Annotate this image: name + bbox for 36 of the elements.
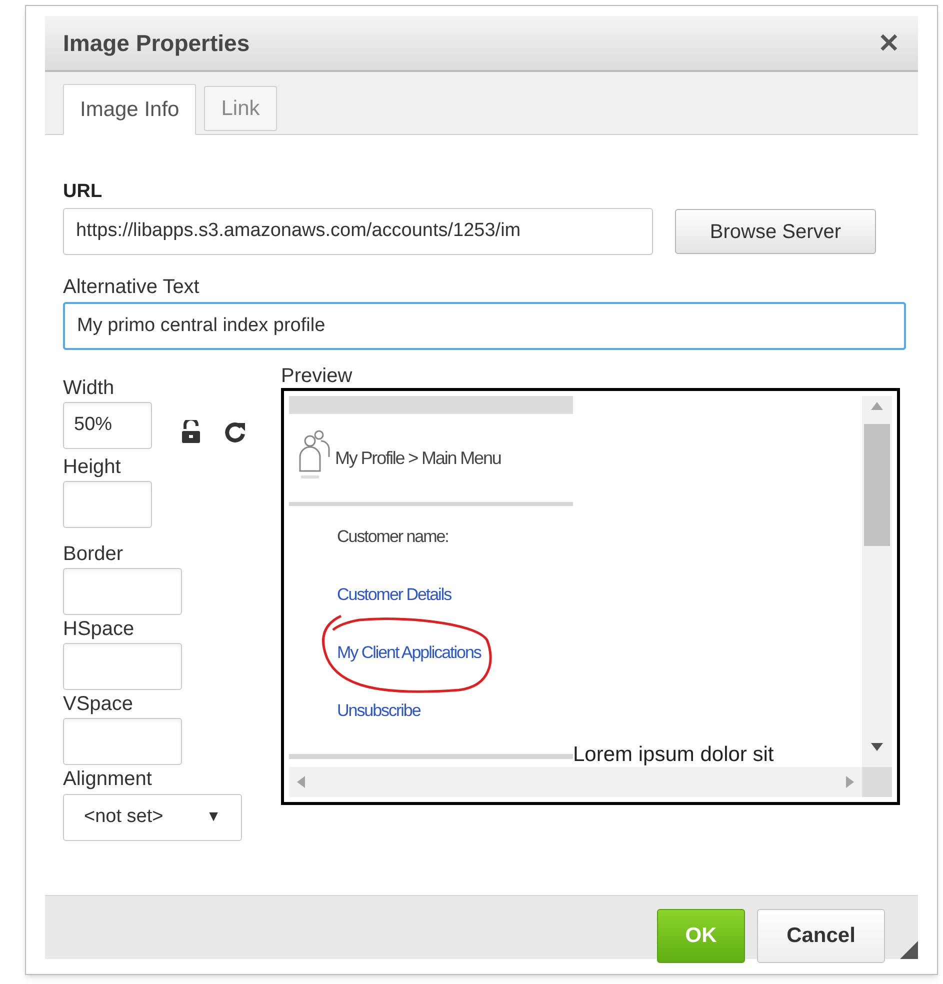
horizontal-scrollbar[interactable] [289, 767, 862, 797]
input-field[interactable] [63, 481, 152, 528]
field-label: Border [63, 542, 124, 566]
open-padlock-icon[interactable] [180, 420, 202, 444]
scrollbar-thumb[interactable] [864, 424, 890, 546]
field-label: VSpace [63, 692, 134, 716]
alternative-text-field[interactable]: My primo central index profile [63, 302, 906, 350]
scroll-down-icon[interactable] [871, 743, 883, 751]
input-field[interactable] [63, 643, 182, 690]
url-label: URL [63, 180, 104, 204]
field-label: Width [63, 376, 116, 400]
field-label: Height [63, 455, 122, 479]
preview-label: Preview [281, 364, 354, 388]
close-button[interactable]: ✕ [878, 30, 900, 56]
alternative-text-label: Alternative Text [63, 275, 200, 299]
scroll-right-icon[interactable] [846, 776, 854, 788]
breadcrumb: My Profile > Main Menu [335, 446, 501, 470]
preview-caption: Lorem ipsum dolor sit [573, 743, 774, 767]
alignment-label: Alignment [63, 767, 153, 791]
preview-text: Customer name: [337, 526, 448, 548]
input-field[interactable] [63, 568, 182, 615]
field-label: HSpace [63, 617, 136, 641]
browse-server-button[interactable]: Browse Server [675, 209, 876, 254]
input-field[interactable]: 50% [63, 402, 152, 449]
scroll-left-icon[interactable] [297, 776, 305, 788]
dialog-title: Image Properties [63, 28, 250, 58]
resize-grip-icon[interactable] [900, 941, 918, 959]
input-field[interactable] [63, 718, 182, 765]
vertical-scrollbar[interactable] [862, 396, 892, 767]
reset-icon[interactable] [224, 421, 246, 443]
cancel-button[interactable]: Cancel [757, 909, 885, 963]
alignment-dropdown[interactable]: <not set> ▼ [63, 794, 242, 841]
tab[interactable]: Image Info [63, 84, 196, 135]
scroll-up-icon[interactable] [871, 402, 883, 410]
scrollbar-corner [862, 767, 892, 797]
url-field[interactable]: https://libapps.s3.amazonaws.com/accounts/1253/im [63, 208, 653, 255]
